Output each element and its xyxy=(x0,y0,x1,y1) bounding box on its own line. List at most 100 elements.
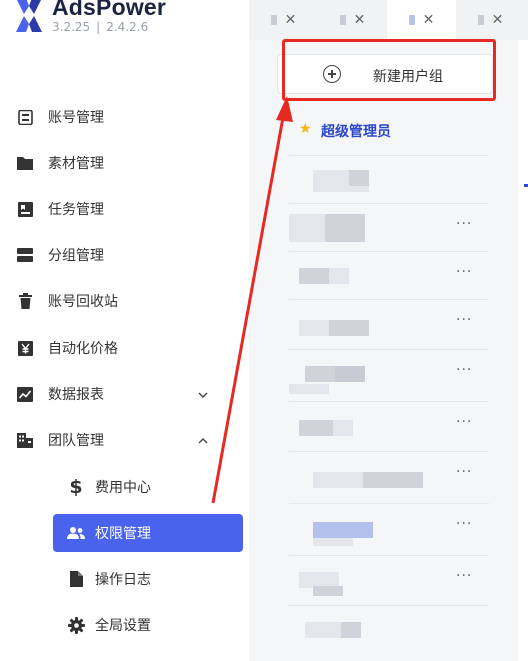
redacted-text xyxy=(313,538,353,546)
more-options-icon[interactable]: ··· xyxy=(456,414,472,430)
users-icon xyxy=(67,524,85,542)
chevron-up-icon[interactable] xyxy=(198,433,208,447)
tab-3-active[interactable]: ✕ xyxy=(387,0,456,40)
redacted-text xyxy=(341,622,361,638)
close-icon[interactable]: ✕ xyxy=(492,12,504,28)
redacted-text xyxy=(313,522,373,538)
more-options-icon[interactable]: ··· xyxy=(456,312,472,328)
redacted-text xyxy=(289,214,325,242)
list-item[interactable]: ··· xyxy=(289,504,489,556)
list-item[interactable] xyxy=(289,606,489,656)
sidebar-item-materials[interactable]: 素材管理 xyxy=(16,145,228,181)
list-item[interactable]: ··· xyxy=(289,350,489,402)
redacted-text xyxy=(333,420,353,436)
redacted-text xyxy=(329,268,349,284)
tab-4[interactable]: ✕ xyxy=(456,0,525,40)
sidebar-subitem-global-settings[interactable]: 全局设置 xyxy=(53,606,243,644)
more-options-icon[interactable]: ··· xyxy=(456,362,472,378)
list-item[interactable]: ··· xyxy=(289,402,489,452)
tab-favicon xyxy=(270,15,277,25)
sidebar-subitem-billing[interactable]: $ 费用中心 xyxy=(53,468,243,506)
star-icon: ★ xyxy=(299,121,312,137)
sidebar-item-label: 数据报表 xyxy=(48,387,104,403)
redacted-text xyxy=(305,622,341,638)
more-options-icon[interactable]: ··· xyxy=(456,464,472,480)
redacted-text xyxy=(313,586,343,596)
sidebar-item-label: 团队管理 xyxy=(48,433,104,449)
version-separator: | xyxy=(96,20,101,34)
sidebar-subitem-operation-log[interactable]: 操作日志 xyxy=(53,560,243,598)
redacted-text xyxy=(329,320,369,336)
plus-circle-icon xyxy=(323,65,341,83)
tab-favicon xyxy=(339,15,346,25)
list-item[interactable]: ··· xyxy=(289,300,489,350)
sidebar-item-label: 分组管理 xyxy=(48,248,104,264)
group-name: 超级管理员 xyxy=(321,124,391,140)
list-item[interactable]: ··· xyxy=(289,556,489,606)
trash-icon xyxy=(16,292,34,310)
list-item[interactable]: ··· xyxy=(289,204,489,252)
redacted-text xyxy=(335,366,365,382)
user-group-panel: ✕ ✕ ✕ ✕ 新建用户组 ★ 超级管理员 ··· ··· ··· ··· ··… xyxy=(249,0,528,661)
redacted-text xyxy=(313,186,369,192)
dollar-icon: $ xyxy=(69,476,83,498)
list-item[interactable] xyxy=(289,156,489,204)
sidebar-item-label: 账号管理 xyxy=(48,110,104,126)
sidebar-item-label: 自动化价格 xyxy=(48,341,118,357)
sidebar-item-label: 账号回收站 xyxy=(48,294,118,310)
brand-name: AdsPower xyxy=(52,0,167,20)
sidebar-item-recycle-bin[interactable]: 账号回收站 xyxy=(16,283,228,319)
document-icon xyxy=(67,570,85,588)
sidebar-subitem-label: 权限管理 xyxy=(95,526,151,542)
group-icon xyxy=(16,246,34,264)
sidebar-item-reports[interactable]: 数据报表 xyxy=(16,376,228,412)
redacted-text xyxy=(313,472,363,488)
sidebar-item-team[interactable]: 团队管理 xyxy=(16,422,228,458)
close-icon[interactable]: ✕ xyxy=(354,12,366,28)
sidebar-subitem-permissions[interactable]: 权限管理 xyxy=(53,514,243,552)
tab-1[interactable]: ✕ xyxy=(249,0,318,40)
version-b: 2.4.2.6 xyxy=(106,20,149,34)
close-icon[interactable]: ✕ xyxy=(423,12,435,28)
list-item[interactable]: ··· xyxy=(289,452,489,504)
sidebar-item-accounts[interactable]: 账号管理 xyxy=(16,99,228,135)
new-user-group-button[interactable]: 新建用户组 xyxy=(277,54,493,94)
version-a: 3.2.25 xyxy=(52,20,91,34)
redacted-text xyxy=(299,268,329,284)
sidebar-item-tasks[interactable]: 任务管理 xyxy=(16,191,228,227)
sidebar-item-label: 素材管理 xyxy=(48,156,104,172)
more-options-icon[interactable]: ··· xyxy=(456,516,472,532)
tab-2[interactable]: ✕ xyxy=(318,0,387,40)
group-row-super-admin[interactable]: ★ 超级管理员 xyxy=(289,112,489,156)
list-item[interactable]: ··· xyxy=(289,252,489,300)
right-panel-edge xyxy=(518,40,528,661)
more-options-icon[interactable]: ··· xyxy=(456,568,472,584)
redacted-text xyxy=(325,214,365,242)
sidebar-subitem-label: 操作日志 xyxy=(95,572,151,588)
tab-favicon xyxy=(408,15,415,25)
app-logo: AdsPower 3.2.25 | 2.4.2.6 xyxy=(14,0,166,38)
account-icon xyxy=(16,108,34,126)
close-icon[interactable]: ✕ xyxy=(285,12,297,28)
version-text: 3.2.25 | 2.4.2.6 xyxy=(52,20,166,34)
chart-icon xyxy=(16,385,34,403)
team-icon xyxy=(16,431,34,449)
task-icon xyxy=(16,200,34,218)
redacted-text xyxy=(349,170,369,186)
tab-favicon xyxy=(477,15,484,25)
chevron-down-icon[interactable] xyxy=(198,387,208,401)
active-tab-indicator xyxy=(524,184,528,187)
redacted-text xyxy=(313,170,349,186)
more-options-icon[interactable]: ··· xyxy=(456,216,472,232)
more-options-icon[interactable]: ··· xyxy=(456,264,472,280)
redacted-text xyxy=(305,366,335,382)
sidebar: AdsPower 3.2.25 | 2.4.2.6 账号管理 素材管理 任务管理 xyxy=(0,0,249,661)
redacted-text xyxy=(299,420,333,436)
redacted-text xyxy=(363,472,423,488)
sidebar-item-groups[interactable]: 分组管理 xyxy=(16,237,228,273)
sidebar-item-label: 任务管理 xyxy=(48,202,104,218)
redacted-text xyxy=(289,384,329,394)
yen-icon xyxy=(16,339,34,357)
sidebar-item-pricing[interactable]: 自动化价格 xyxy=(16,330,228,366)
sidebar-subitem-label: 全局设置 xyxy=(95,618,151,634)
